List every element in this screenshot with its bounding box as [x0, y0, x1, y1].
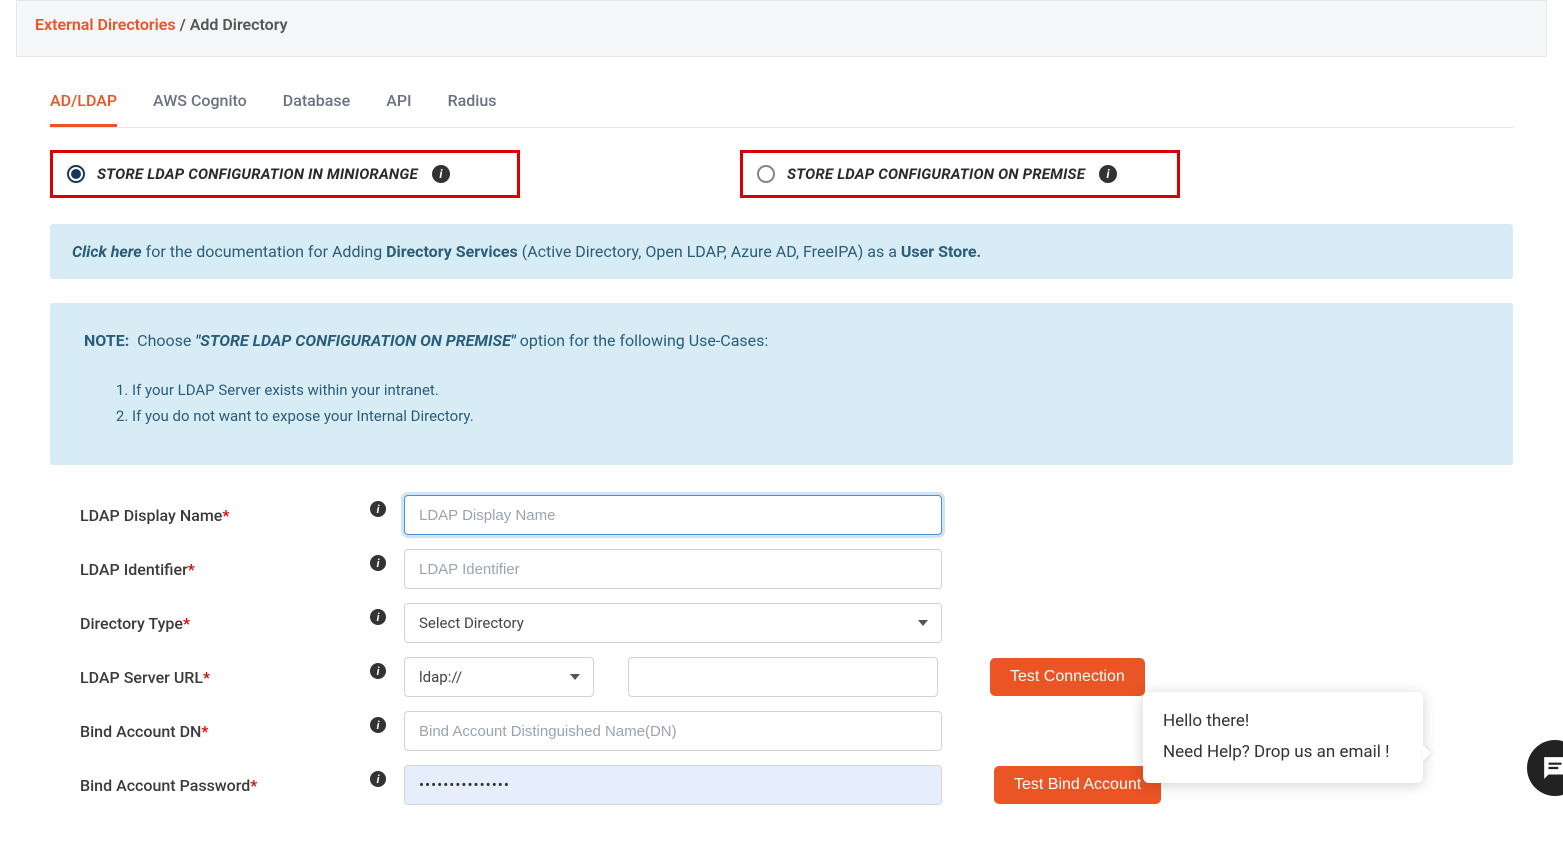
note-quoted: "STORE LDAP CONFIGURATION ON PREMISE"	[195, 331, 515, 350]
bind-dn-input[interactable]	[404, 711, 942, 751]
label-directory-type: Directory Type	[80, 614, 183, 633]
required-asterisk: *	[222, 506, 229, 525]
doc-bold-2: User Store.	[901, 242, 981, 261]
required-asterisk: *	[188, 560, 195, 579]
chat-line-1: Hello there!	[1163, 706, 1403, 737]
info-icon[interactable]	[370, 609, 386, 625]
breadcrumb-current: Add Directory	[190, 15, 288, 34]
test-connection-button[interactable]: Test Connection	[990, 658, 1145, 696]
radio-label-miniorange: STORE LDAP CONFIGURATION IN MINIORANGE	[97, 165, 418, 183]
info-icon[interactable]	[370, 771, 386, 787]
breadcrumb-separator: /	[180, 15, 186, 34]
bind-password-input[interactable]: •••••••••••••••	[404, 765, 942, 805]
info-icon[interactable]	[370, 555, 386, 571]
label-bind-dn: Bind Account DN	[80, 722, 201, 741]
note-choose: Choose	[137, 331, 191, 350]
note-after: option for the following Use-Cases:	[516, 331, 769, 350]
test-bind-button[interactable]: Test Bind Account	[994, 766, 1161, 804]
radio-icon	[67, 165, 85, 183]
required-asterisk: *	[201, 722, 208, 741]
breadcrumb-root-link[interactable]: External Directories	[35, 15, 176, 34]
tabs: AD/LDAP AWS Cognito Database API Radius	[50, 77, 1513, 128]
radio-store-onpremise[interactable]: STORE LDAP CONFIGURATION ON PREMISE	[740, 150, 1180, 198]
ldap-identifier-input[interactable]	[404, 549, 942, 589]
info-icon[interactable]	[370, 663, 386, 679]
note-banner: NOTE: Choose "STORE LDAP CONFIGURATION O…	[50, 303, 1513, 465]
doc-text-1: for the documentation for Adding	[142, 242, 386, 261]
radio-label-onpremise: STORE LDAP CONFIGURATION ON PREMISE	[787, 165, 1085, 183]
note-item-1: If your LDAP Server exists within your i…	[132, 378, 1479, 404]
protocol-select[interactable]: ldap://	[404, 657, 594, 697]
required-asterisk: *	[203, 668, 210, 687]
ldap-display-name-input[interactable]	[404, 495, 942, 535]
tab-ad-ldap[interactable]: AD/LDAP	[50, 77, 117, 127]
radio-store-miniorange[interactable]: STORE LDAP CONFIGURATION IN MINIORANGE	[50, 150, 520, 198]
note-item-2: If you do not want to expose your Intern…	[132, 404, 1479, 430]
required-asterisk: *	[250, 776, 257, 795]
documentation-link[interactable]: Click here	[72, 242, 142, 261]
server-url-input[interactable]	[628, 657, 938, 697]
directory-type-select[interactable]: Select Directory	[404, 603, 942, 643]
note-label: NOTE:	[84, 331, 129, 350]
chat-popup: Hello there! Need Help? Drop us an email…	[1143, 692, 1423, 783]
info-icon[interactable]	[432, 165, 450, 183]
documentation-banner: Click here for the documentation for Add…	[50, 224, 1513, 279]
info-icon[interactable]	[1099, 165, 1117, 183]
chat-line-2: Need Help? Drop us an email !	[1163, 737, 1403, 768]
doc-bold-1: Directory Services	[386, 242, 518, 261]
chat-icon	[1542, 755, 1563, 781]
tab-aws-cognito[interactable]: AWS Cognito	[153, 77, 247, 127]
info-icon[interactable]	[370, 717, 386, 733]
radio-icon	[757, 165, 775, 183]
label-identifier: LDAP Identifier	[80, 560, 188, 579]
doc-text-2: (Active Directory, Open LDAP, Azure AD, …	[518, 242, 901, 261]
label-bind-password: Bind Account Password	[80, 776, 250, 795]
tab-radius[interactable]: Radius	[448, 77, 497, 127]
chat-popup-tail	[1423, 745, 1431, 761]
info-icon[interactable]	[370, 501, 386, 517]
label-display-name: LDAP Display Name	[80, 506, 222, 525]
tab-database[interactable]: Database	[283, 77, 350, 127]
label-server-url: LDAP Server URL	[80, 668, 203, 687]
required-asterisk: *	[183, 614, 190, 633]
tab-api[interactable]: API	[386, 77, 411, 127]
breadcrumb: External Directories / Add Directory	[16, 0, 1547, 57]
